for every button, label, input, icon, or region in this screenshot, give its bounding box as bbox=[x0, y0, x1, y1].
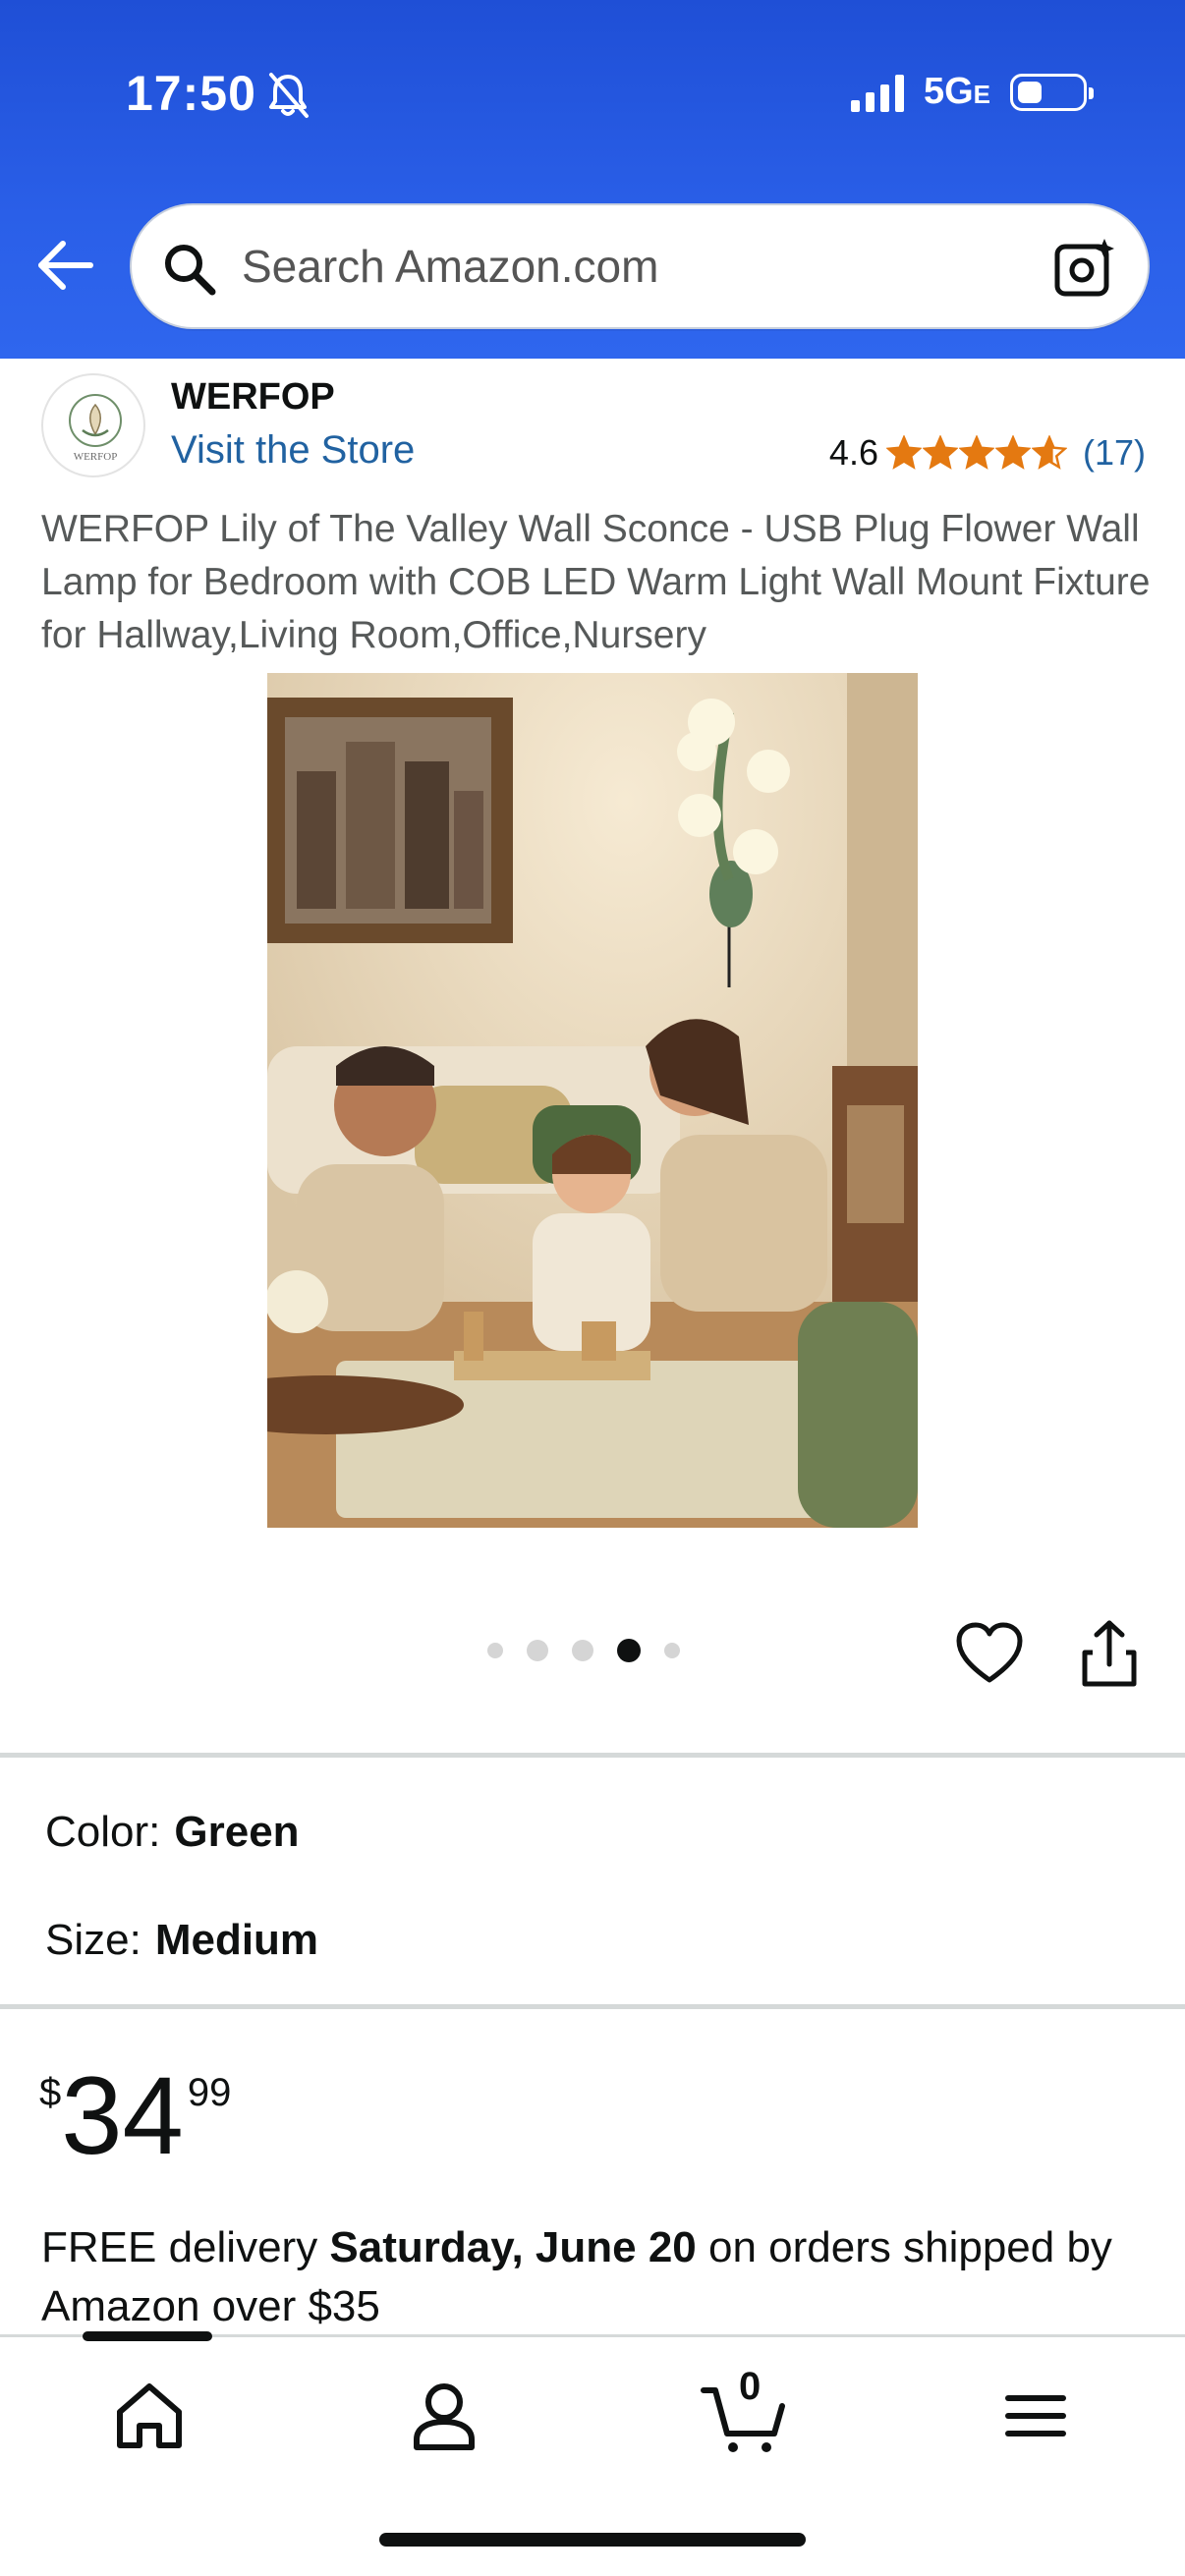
carousel-dot[interactable] bbox=[527, 1640, 548, 1661]
visit-store-link[interactable]: Visit the Store bbox=[171, 428, 415, 473]
brand-logo[interactable]: WERFOP bbox=[41, 373, 145, 477]
menu-icon[interactable] bbox=[996, 2377, 1075, 2455]
price-symbol: $ bbox=[39, 2071, 62, 2114]
color-option[interactable]: Color: Green bbox=[45, 1808, 300, 1857]
star-icon bbox=[885, 435, 922, 470]
network-type: 5GE bbox=[923, 71, 990, 112]
size-value: Medium bbox=[154, 1916, 319, 1964]
svg-text:WERFOP: WERFOP bbox=[74, 451, 118, 463]
header: 17:50 5GE bbox=[0, 0, 1185, 359]
share-icon[interactable] bbox=[1079, 1619, 1140, 1688]
silent-bell-icon bbox=[269, 73, 309, 118]
color-label: Color: bbox=[45, 1808, 161, 1856]
star-icon bbox=[922, 435, 958, 470]
product-image[interactable] bbox=[267, 673, 918, 1528]
price: $ 34 99 bbox=[39, 2061, 231, 2171]
section-divider bbox=[0, 1753, 1185, 1758]
search-bar[interactable] bbox=[130, 203, 1150, 329]
signal-icon bbox=[850, 73, 904, 112]
size-label: Size: bbox=[45, 1916, 141, 1964]
home-indicator bbox=[379, 2533, 806, 2547]
rating-value: 4.6 bbox=[828, 432, 878, 473]
brand-name: WERFOP bbox=[171, 376, 335, 418]
home-icon[interactable] bbox=[110, 2377, 189, 2455]
camera-search-icon[interactable] bbox=[1053, 235, 1118, 300]
delivery-info: FREE delivery Saturday, June 20 on order… bbox=[41, 2223, 1112, 2330]
star-icon bbox=[958, 435, 994, 470]
heart-icon[interactable] bbox=[955, 1621, 1024, 1686]
rating-summary[interactable]: 4.6 (17) bbox=[829, 432, 1146, 474]
price-whole: 34 bbox=[61, 2054, 184, 2177]
back-arrow-icon[interactable] bbox=[33, 236, 96, 295]
search-input[interactable] bbox=[242, 205, 1028, 327]
account-icon[interactable] bbox=[405, 2377, 483, 2455]
cart-count: 0 bbox=[739, 2365, 762, 2408]
nav-active-indicator bbox=[83, 2331, 212, 2341]
star-rating bbox=[885, 435, 1067, 471]
image-carousel-dots[interactable] bbox=[487, 1639, 680, 1662]
battery-icon bbox=[1010, 73, 1094, 111]
carousel-dot[interactable] bbox=[487, 1643, 503, 1658]
rating-count[interactable]: (17) bbox=[1083, 432, 1146, 474]
star-icon bbox=[1031, 435, 1067, 470]
carousel-dot[interactable] bbox=[664, 1643, 680, 1658]
product-title: WERFOP Lily of The Valley Wall Sconce - … bbox=[41, 508, 1151, 656]
search-icon bbox=[165, 245, 216, 296]
star-icon bbox=[994, 435, 1031, 470]
section-divider bbox=[0, 2004, 1185, 2009]
status-indicators: 5GE bbox=[850, 71, 1094, 113]
size-option[interactable]: Size: Medium bbox=[45, 1916, 318, 1965]
carousel-dot[interactable] bbox=[572, 1640, 593, 1661]
color-value: Green bbox=[174, 1808, 300, 1856]
status-time: 17:50 bbox=[126, 66, 256, 121]
delivery-date: Saturday, June 20 bbox=[329, 2223, 697, 2271]
carousel-dot[interactable] bbox=[617, 1639, 641, 1662]
price-fraction: 99 bbox=[187, 2071, 232, 2114]
